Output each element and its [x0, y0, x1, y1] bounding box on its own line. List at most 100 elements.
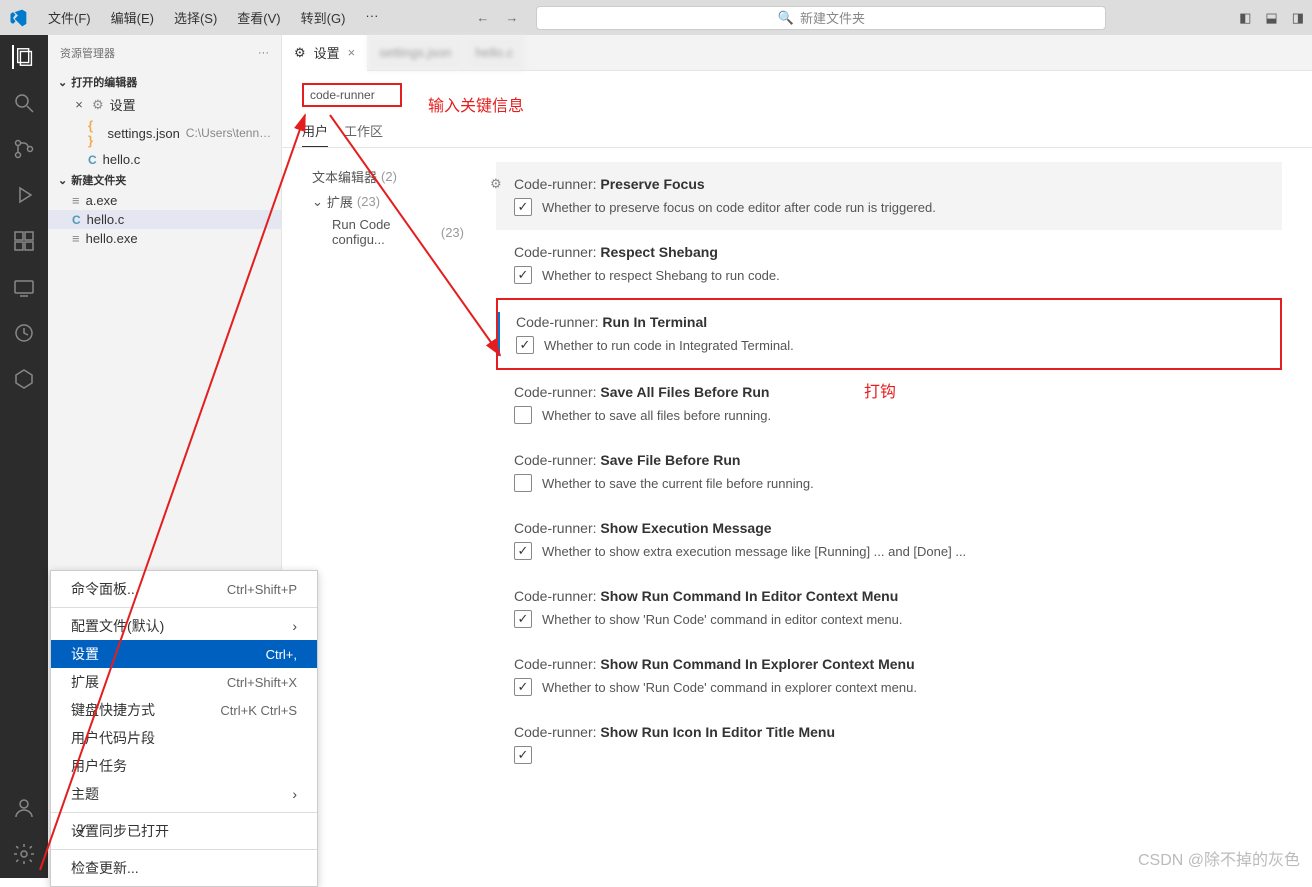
- menu-view[interactable]: 查看(V): [229, 4, 288, 31]
- gear-icon: ⚙: [294, 45, 306, 61]
- file-label: hello.c: [103, 152, 141, 167]
- context-menu-item[interactable]: 用户代码片段: [51, 724, 317, 752]
- context-menu-item[interactable]: 键盘快捷方式Ctrl+K Ctrl+S: [51, 696, 317, 724]
- file-icon: ≡: [72, 193, 80, 208]
- setting-description: Whether to preserve focus on code editor…: [542, 200, 936, 215]
- context-menu-item[interactable]: 用户任务: [51, 752, 317, 780]
- setting-row: Code-runner: Respect ShebangWhether to r…: [496, 230, 1282, 298]
- editor-tabs: ⚙ 设置 × settings.json hello.c: [282, 35, 1312, 71]
- keyboard-shortcut: Ctrl+,: [266, 647, 297, 662]
- layout-toggle-icon[interactable]: ◧: [1239, 10, 1251, 26]
- open-editor-row[interactable]: C hello.c: [48, 150, 281, 169]
- setting-row: Code-runner: Show Execution Message Wheth…: [496, 506, 1282, 574]
- check-icon: ✓: [77, 821, 89, 838]
- setting-checkbox[interactable]: [514, 746, 532, 764]
- chevron-right-icon: ›: [292, 786, 297, 802]
- setting-checkbox[interactable]: [516, 336, 534, 354]
- setting-checkbox[interactable]: [514, 610, 532, 628]
- context-menu-item[interactable]: 主题›: [51, 780, 317, 808]
- open-editor-row[interactable]: { } settings.json C:\Users\tenny...: [48, 116, 281, 150]
- close-icon[interactable]: ×: [72, 97, 86, 112]
- settings-gear-icon[interactable]: [12, 842, 36, 866]
- chevron-down-icon: ⌄: [58, 76, 67, 89]
- remote-icon[interactable]: [12, 275, 36, 299]
- setting-row: Code-runner: Show Run Command In Editor …: [496, 574, 1282, 642]
- toc-extensions[interactable]: ⌄ 扩展 (23): [312, 189, 464, 214]
- close-icon[interactable]: ×: [348, 45, 356, 60]
- file-row[interactable]: ≡ a.exe: [48, 191, 281, 210]
- menu-edit[interactable]: 编辑(E): [103, 4, 162, 31]
- setting-checkbox[interactable]: [514, 678, 532, 696]
- menu-item-label: 配置文件(默认): [71, 618, 164, 634]
- keyboard-shortcut: Ctrl+K Ctrl+S: [220, 703, 297, 718]
- toc-text-editor[interactable]: 文本编辑器 (2): [312, 164, 464, 189]
- setting-checkbox[interactable]: [514, 198, 532, 216]
- open-editor-row[interactable]: × ⚙ 设置: [48, 93, 281, 116]
- tab-hello-c[interactable]: hello.c: [464, 35, 526, 71]
- setting-description: Whether to show extra execution message …: [542, 544, 966, 559]
- sidebar-more-icon[interactable]: ···: [258, 47, 269, 59]
- menu-more[interactable]: ···: [357, 4, 386, 31]
- setting-title: Code-runner: Show Run Command In Editor …: [514, 588, 1282, 604]
- menu-file[interactable]: 文件(F): [40, 4, 99, 31]
- context-menu-item[interactable]: 配置文件(默认)›: [51, 612, 317, 640]
- json-icon: { }: [88, 118, 102, 148]
- run-debug-icon[interactable]: [12, 183, 36, 207]
- editor-area: ⚙ 设置 × settings.json hello.c 用户 工作区: [282, 35, 1312, 878]
- timeline-icon[interactable]: [12, 321, 36, 345]
- nav-back-icon[interactable]: ←: [476, 10, 489, 25]
- tab-label: settings.json: [379, 45, 451, 60]
- settings-search-input[interactable]: [302, 83, 402, 107]
- explorer-icon[interactable]: [12, 45, 36, 69]
- open-editors-section[interactable]: ⌄打开的编辑器: [48, 71, 281, 93]
- setting-checkbox[interactable]: [514, 406, 532, 424]
- sidebar-right-toggle-icon[interactable]: ◨: [1292, 10, 1304, 26]
- setting-description: Whether to show 'Run Code' command in ex…: [542, 680, 917, 695]
- tab-label: 设置: [314, 43, 340, 62]
- search-icon: 🔍: [778, 10, 794, 26]
- menu-goto[interactable]: 转到(G): [293, 4, 354, 31]
- scope-tab-workspace[interactable]: 工作区: [344, 115, 383, 147]
- context-menu-item[interactable]: 命令面板...Ctrl+Shift+P: [51, 575, 317, 603]
- tab-settings-json[interactable]: settings.json: [367, 35, 463, 71]
- setting-description: Whether to save all files before running…: [542, 408, 771, 423]
- modified-indicator: [498, 312, 500, 356]
- menu-bar: 文件(F) 编辑(E) 选择(S) 查看(V) 转到(G) ···: [40, 4, 386, 31]
- context-menu-item[interactable]: 扩展Ctrl+Shift+X: [51, 668, 317, 696]
- settings-list[interactable]: ⚙Code-runner: Preserve FocusWhether to p…: [472, 148, 1312, 878]
- menu-item-label: 用户任务: [71, 758, 127, 774]
- setting-title: Code-runner: Show Execution Message: [514, 520, 1282, 536]
- file-row[interactable]: C hello.c: [48, 210, 281, 229]
- setting-row: Code-runner: Run In TerminalWhether to r…: [496, 298, 1282, 370]
- activity-bar: [0, 35, 48, 878]
- setting-checkbox[interactable]: [514, 266, 532, 284]
- setting-checkbox[interactable]: [514, 542, 532, 560]
- setting-checkbox[interactable]: [514, 474, 532, 492]
- chevron-down-icon: ⌄: [312, 194, 323, 210]
- tab-settings[interactable]: ⚙ 设置 ×: [282, 35, 367, 71]
- menu-item-label: 命令面板...: [71, 581, 139, 597]
- nav-forward-icon[interactable]: →: [505, 10, 518, 25]
- setting-row: Code-runner: Show Run Icon In Editor Tit…: [496, 710, 1282, 778]
- panel-toggle-icon[interactable]: ⬓: [1265, 10, 1277, 26]
- context-menu-item[interactable]: ✓设置同步已打开: [51, 817, 317, 845]
- command-center-search[interactable]: 🔍 新建文件夹: [536, 6, 1106, 30]
- setting-row: ⚙Code-runner: Preserve FocusWhether to p…: [496, 162, 1282, 230]
- folder-section[interactable]: ⌄新建文件夹: [48, 169, 281, 191]
- menu-selection[interactable]: 选择(S): [166, 4, 225, 31]
- title-bar: 文件(F) 编辑(E) 选择(S) 查看(V) 转到(G) ··· ← → 🔍 …: [0, 0, 1312, 35]
- scope-tab-user[interactable]: 用户: [302, 115, 328, 147]
- gear-icon[interactable]: ⚙: [490, 176, 502, 192]
- watermark: CSDN @除不掉的灰色: [1138, 846, 1300, 870]
- extensions-icon[interactable]: [12, 229, 36, 253]
- context-menu-item[interactable]: 设置Ctrl+,: [51, 640, 317, 668]
- file-row[interactable]: ≡ hello.exe: [48, 229, 281, 248]
- file-label: settings.json: [108, 126, 180, 141]
- menu-item-label: 扩展: [71, 674, 99, 690]
- search-icon[interactable]: [12, 91, 36, 115]
- account-icon[interactable]: [12, 796, 36, 820]
- gear-icon: ⚙: [92, 97, 104, 113]
- source-control-icon[interactable]: [12, 137, 36, 161]
- toc-run-code-config[interactable]: Run Code configu... (23): [312, 214, 464, 250]
- plugin-icon[interactable]: [12, 367, 36, 391]
